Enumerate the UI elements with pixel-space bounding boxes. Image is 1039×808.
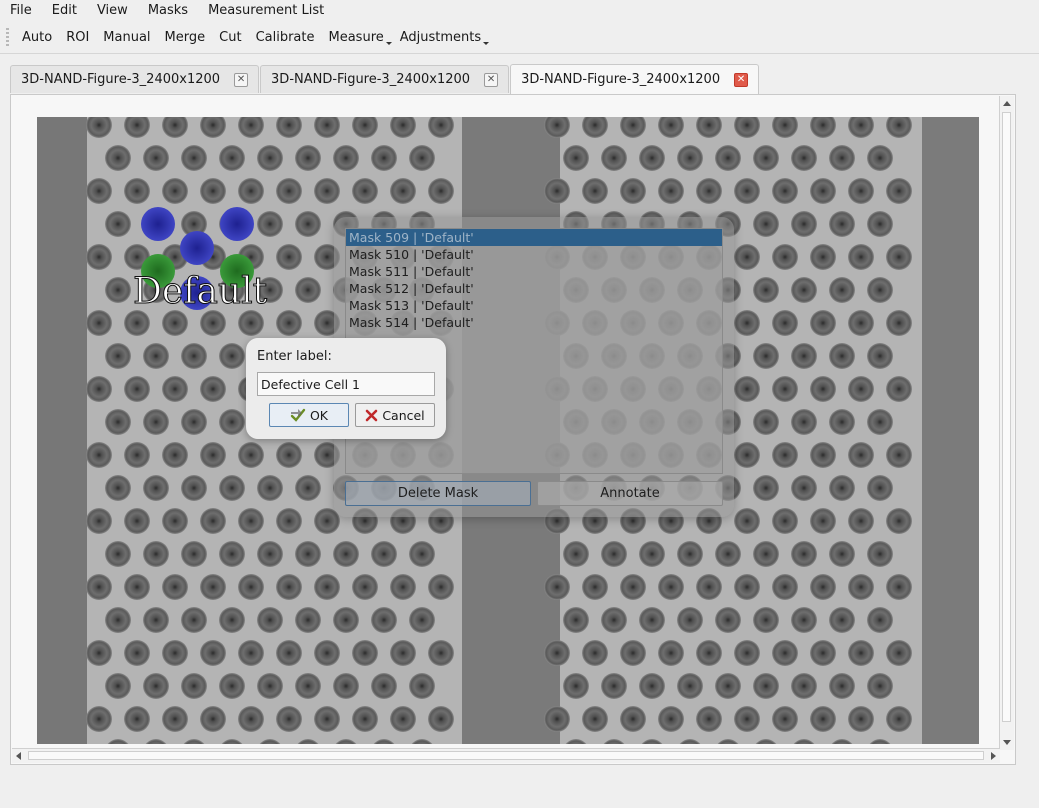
checkmark-arrow-icon (290, 408, 306, 422)
list-item[interactable]: Mask 510 | 'Default' (346, 246, 722, 263)
manual-button[interactable]: Manual (96, 26, 157, 50)
menu-file[interactable]: File (0, 0, 42, 22)
red-x-icon (365, 409, 378, 422)
adjustments-dropdown-button[interactable]: Adjustments (393, 26, 490, 50)
cancel-button[interactable]: Cancel (355, 403, 435, 427)
tab-image-1[interactable]: 3D-NAND-Figure-3_2400x1200 ✕ (10, 65, 260, 93)
tab-image-2[interactable]: 3D-NAND-Figure-3_2400x1200 ✕ (260, 65, 510, 93)
auto-button[interactable]: Auto (15, 26, 59, 50)
ok-button[interactable]: OK (269, 403, 349, 427)
cut-button[interactable]: Cut (212, 26, 248, 50)
dropdown-arrow-icon (483, 41, 490, 45)
menu-masks[interactable]: Masks (138, 0, 198, 22)
toolbar-grip-handle[interactable] (6, 27, 9, 48)
toolbar: Auto ROI Manual Merge Cut Calibrate Meas… (0, 22, 1039, 54)
calibrate-button[interactable]: Calibrate (249, 26, 322, 50)
measure-label: Measure (328, 29, 384, 45)
menu-bar: File Edit View Masks Measurement List (0, 0, 1039, 22)
tab-image-3[interactable]: 3D-NAND-Figure-3_2400x1200 ✕ (510, 64, 760, 94)
roi-button[interactable]: ROI (59, 26, 96, 50)
menu-view[interactable]: View (87, 0, 138, 22)
enter-label-dialog: Enter label: OK Cancel (246, 338, 446, 439)
menu-edit[interactable]: Edit (42, 0, 87, 22)
mask-region (141, 207, 175, 241)
mask-region (180, 231, 214, 265)
list-item[interactable]: Mask 513 | 'Default' (346, 297, 722, 314)
merge-button[interactable]: Merge (158, 26, 213, 50)
ok-label: OK (309, 407, 329, 423)
adjustments-label: Adjustments (399, 29, 482, 45)
mask-overlay-label: Default (132, 271, 268, 312)
dropdown-arrow-icon (385, 41, 392, 45)
vertical-scrollbar[interactable] (999, 96, 1014, 750)
tab-label: 3D-NAND-Figure-3_2400x1200 (521, 72, 721, 87)
tab-label: 3D-NAND-Figure-3_2400x1200 (21, 72, 221, 87)
menu-measurement-list[interactable]: Measurement List (198, 0, 334, 22)
mask-region (220, 207, 254, 241)
label-input[interactable] (257, 372, 435, 396)
list-item[interactable]: Mask 512 | 'Default' (346, 280, 722, 297)
scroll-left-icon[interactable] (16, 752, 21, 760)
scroll-up-icon[interactable] (1003, 101, 1011, 106)
close-icon[interactable]: ✕ (484, 72, 499, 87)
measure-dropdown-button[interactable]: Measure (322, 26, 393, 50)
delete-mask-button[interactable]: Delete Mask (345, 481, 531, 506)
vertical-scroll-thumb[interactable] (1002, 112, 1011, 722)
image-tabs: 3D-NAND-Figure-3_2400x1200 ✕ 3D-NAND-Fig… (10, 64, 760, 94)
mask-dialog-buttons: Delete Mask Annotate (345, 481, 723, 506)
list-item[interactable]: Mask 511 | 'Default' (346, 263, 722, 280)
close-icon[interactable]: ✕ (234, 72, 249, 87)
close-icon[interactable]: ✕ (734, 72, 749, 87)
scroll-right-icon[interactable] (991, 752, 996, 760)
tab-label: 3D-NAND-Figure-3_2400x1200 (271, 72, 471, 87)
horizontal-scroll-thumb[interactable] (28, 751, 984, 760)
enter-label-prompt: Enter label: (257, 349, 332, 364)
list-item[interactable]: Mask 509 | 'Default' (346, 229, 722, 246)
cancel-label: Cancel (382, 407, 425, 423)
horizontal-scrollbar[interactable] (12, 748, 1000, 763)
scroll-down-icon[interactable] (1003, 740, 1011, 745)
annotate-button[interactable]: Annotate (537, 481, 723, 506)
list-item[interactable]: Mask 514 | 'Default' (346, 314, 722, 331)
